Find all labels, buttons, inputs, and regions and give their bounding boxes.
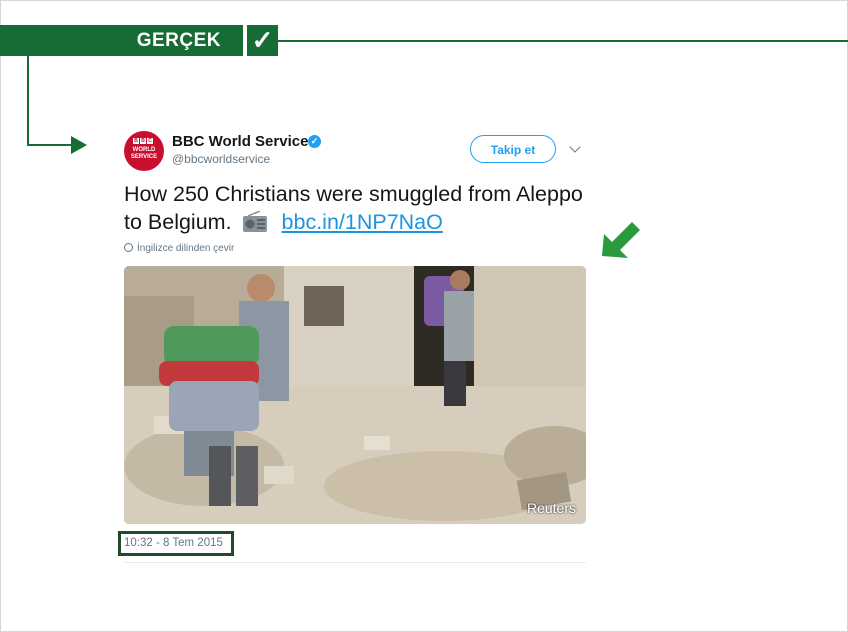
follow-button[interactable]: Takip et [470,135,556,163]
account-handle[interactable]: @bbcworldservice [172,152,270,166]
logo-letter: B [133,138,139,144]
check-icon: ✓ [247,25,278,56]
arrow-right-icon [71,136,87,154]
tweet-link[interactable]: bbc.in/1NP7NaO [282,210,443,234]
connector-line-vertical [27,56,29,146]
avatar[interactable]: B B C WORLD SERVICE [124,131,164,171]
top-rule [278,40,848,42]
tweet-timestamp[interactable]: 10:32 - 8 Tem 2015 [124,537,223,549]
tweet-text: How 250 Christians were smuggled from Al… [124,180,584,236]
bbc-logo: B B C [133,138,153,144]
translate-label: İngilizce dilinden çevir [137,243,235,254]
divider [124,562,586,563]
photo-credit: Reuters [526,500,576,516]
globe-icon [124,243,133,252]
radio-emoji-icon [242,210,268,233]
logo-letter: B [140,138,146,144]
arrow-down-left-icon [602,222,640,258]
verified-badge-icon: ✓ [308,135,321,148]
avatar-caption-line: WORLD [132,147,156,153]
verdict-label-text: GERÇEK [136,30,221,51]
avatar-caption-line: SERVICE [130,154,158,160]
translate-link[interactable]: İngilizce dilinden çevir [124,243,234,254]
verdict-label: GERÇEK [0,25,243,56]
connector-line-horizontal [27,144,73,146]
tweet-photo[interactable]: Reuters [124,266,586,524]
account-name[interactable]: BBC World Service [172,133,308,150]
photo-rubble-scene [124,266,586,524]
avatar-caption: WORLD SERVICE [124,147,164,161]
logo-letter: C [147,138,153,144]
